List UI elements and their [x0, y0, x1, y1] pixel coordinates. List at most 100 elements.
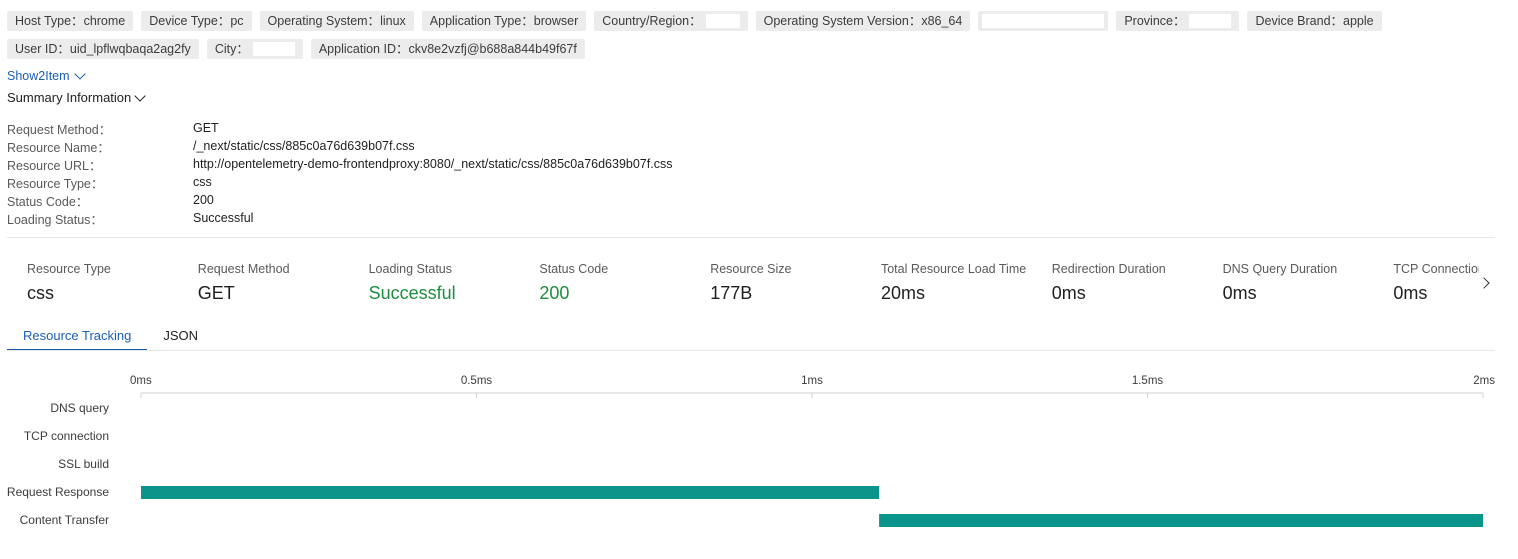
- info-tag: Application Type： browser: [421, 11, 587, 31]
- axis-tick-label: 2ms: [1473, 375, 1495, 387]
- summary-value: Successful: [193, 211, 254, 225]
- metric-label: TCP Connection: [1393, 262, 1479, 276]
- metrics-strip: Resource Type css Request Method GET Loading…: [27, 261, 1479, 305]
- metric-card: Status Code 200: [539, 261, 710, 305]
- info-tag: Device Brand： apple: [1247, 11, 1382, 31]
- tag-label: City：: [214, 42, 249, 56]
- metric-value: 0ms: [1051, 283, 1086, 303]
- summary-value: GET: [193, 121, 219, 135]
- axis-tick-label: 1ms: [801, 375, 823, 387]
- summary-row: Loading Status： Successful: [7, 209, 1007, 227]
- info-tag: Application ID： ckv8e2vzfj@b688a844b49f67…: [310, 39, 585, 59]
- metric-label: Status Code: [539, 262, 609, 276]
- summary-row: Resource URL： http://opentelemetry-demo-f…: [7, 155, 1007, 173]
- tag-value: chrome: [83, 14, 126, 28]
- timeline-row-label: Content Transfer: [20, 513, 109, 527]
- info-tag: [978, 11, 1109, 31]
- redacted-value: [1189, 14, 1232, 28]
- tab-resource-tracking[interactable]: Resource Tracking: [7, 322, 148, 351]
- info-tag: Province：: [1116, 11, 1240, 31]
- summary-section-toggle[interactable]: Summary Information: [7, 89, 146, 105]
- summary-row: Request Method： GET: [7, 119, 1007, 137]
- show-more-label: Show2Item: [7, 69, 70, 83]
- tag-value: browser: [533, 14, 579, 28]
- metric-label: Redirection Duration: [1051, 262, 1166, 276]
- summary-row: Status Code： 200: [7, 191, 1007, 209]
- metric-label: Loading Status: [368, 262, 452, 276]
- tag-list: Host Type： chrome Device Type： pc Operating …: [7, 11, 1507, 59]
- metric-label: Resource Type: [27, 262, 111, 276]
- summary-label: Status Code：: [7, 194, 89, 209]
- axis-tick-label: 0.5ms: [461, 375, 493, 387]
- scroll-right-chevron-icon[interactable]: [1478, 276, 1493, 290]
- metric-label: Resource Size: [710, 262, 792, 276]
- metric-card: Total Resource Load Time 20ms: [881, 261, 1052, 305]
- tag-label: Country/Region：: [602, 14, 702, 28]
- metric-card: Redirection Duration 0ms: [1052, 261, 1223, 305]
- summary-title: Summary Information: [7, 90, 132, 105]
- metric-card: Request Method GET: [198, 261, 369, 305]
- tag-value: uid_lpflwqbaqa2ag2fy: [69, 42, 191, 56]
- summary-label: Request Method：: [7, 122, 112, 137]
- metric-card: Resource Type css: [27, 261, 198, 305]
- summary-value: 200: [193, 193, 214, 207]
- divider: [7, 237, 1495, 238]
- metric-card: TCP Connection 0ms: [1393, 261, 1479, 305]
- metric-card: Resource Size 177B: [710, 261, 881, 305]
- tag-value: apple: [1343, 14, 1374, 28]
- tag-label: Application ID：: [318, 42, 409, 56]
- tag-label: Province：: [1124, 14, 1186, 28]
- info-tag: Country/Region：: [594, 11, 748, 31]
- timeline-row-label: TCP connection: [24, 429, 109, 443]
- info-tag: Operating System Version： x86_64: [755, 11, 971, 31]
- timeline-bar: [141, 486, 880, 499]
- tag-label: Application Type：: [429, 14, 534, 28]
- redacted-value: [252, 42, 295, 56]
- info-tag: User ID： uid_lpflwqbaqa2ag2fy: [7, 39, 199, 59]
- info-tag: Operating System： linux: [259, 11, 414, 31]
- redacted-value: [705, 14, 740, 28]
- tag-label: User ID：: [15, 42, 70, 56]
- chevron-down-icon: [134, 89, 146, 102]
- summary-label: Loading Status：: [7, 212, 103, 227]
- axis-tick-label: 1.5ms: [1132, 375, 1164, 387]
- summary-label: Resource URL：: [7, 158, 102, 173]
- tag-value: linux: [380, 14, 406, 28]
- summary-value: /_next/static/css/885c0a76d639b07f.css: [193, 139, 415, 153]
- tag-label: Device Type：: [149, 14, 231, 28]
- metric-value: 0ms: [1222, 283, 1257, 303]
- show-more-toggle[interactable]: Show2Item: [7, 68, 86, 83]
- detail-tabs: Resource Tracking JSON: [7, 322, 214, 351]
- summary-label: Resource Type：: [7, 176, 104, 191]
- metric-label: Request Method: [197, 262, 290, 276]
- metric-value: css: [27, 283, 54, 303]
- chevron-down-icon: [73, 68, 86, 80]
- tag-label: Operating System：: [267, 14, 381, 28]
- metric-value: GET: [197, 283, 235, 303]
- summary-row: Resource Name： /_next/static/css/885c0a76…: [7, 137, 1007, 155]
- metric-value: 200: [539, 283, 570, 303]
- info-tag: Host Type： chrome: [7, 11, 134, 31]
- timeline-chart: 0ms 0.5ms 1ms 1.5ms 2ms DNS query TCP connecti…: [7, 375, 1495, 527]
- summary-label: Resource Name：: [7, 140, 110, 155]
- metric-value: 0ms: [1393, 283, 1428, 303]
- tabs-divider: [7, 350, 1495, 351]
- timeline-row-label: Request Response: [7, 485, 109, 499]
- resource-timeline: 0ms 0.5ms 1ms 1.5ms 2ms DNS query TCP connecti…: [0, 364, 1518, 559]
- info-tag: City：: [206, 39, 303, 59]
- tag-value: pc: [230, 14, 244, 28]
- tag-label: Operating System Version：: [763, 14, 922, 28]
- metric-card: Loading Status Successful: [369, 261, 540, 305]
- axis-tick-label: 0ms: [130, 375, 152, 387]
- timeline-bar: [879, 514, 1483, 527]
- summary-value: css: [193, 175, 212, 189]
- tag-value: ckv8e2vzfj@b688a844b49f67f: [408, 42, 577, 56]
- summary-value: http://opentelemetry-demo-frontendproxy:…: [193, 157, 673, 171]
- summary-details: Request Method： GET Resource Name： /_next/s…: [7, 119, 1007, 227]
- metric-label: Total Resource Load Time: [880, 262, 1027, 276]
- metric-label: DNS Query Duration: [1222, 262, 1338, 276]
- timeline-row-label: SSL build: [58, 457, 109, 471]
- redacted-value: [982, 14, 1105, 28]
- tab-json[interactable]: JSON: [147, 322, 214, 350]
- info-tag: Device Type： pc: [141, 11, 252, 31]
